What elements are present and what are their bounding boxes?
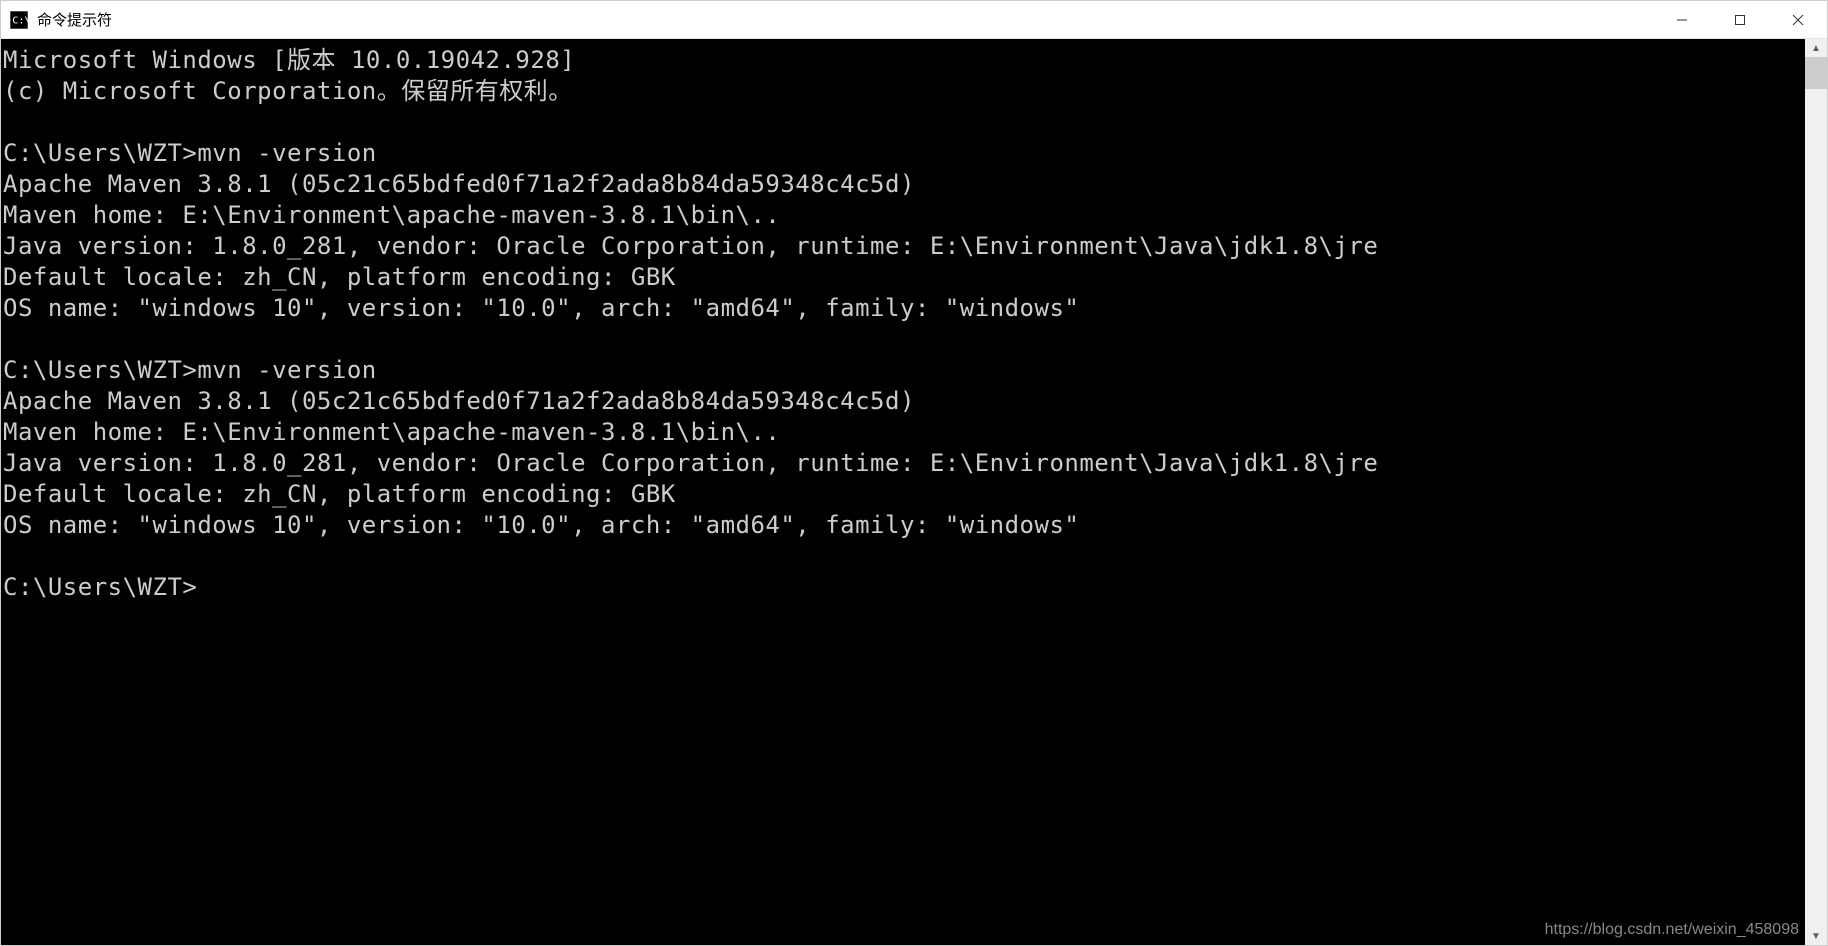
window-title: 命令提示符: [37, 9, 1653, 30]
terminal-line: Default locale: zh_CN, platform encoding…: [3, 480, 676, 508]
watermark: https://blog.csdn.net/weixin_458098: [1545, 921, 1799, 939]
scroll-up-arrow-icon[interactable]: ▲: [1805, 39, 1827, 57]
terminal-line: Maven home: E:\Environment\apache-maven-…: [3, 201, 780, 229]
svg-text:C:\: C:\: [12, 15, 28, 26]
terminal-line: (c) Microsoft Corporation。保留所有权利。: [3, 77, 573, 105]
terminal-line: Default locale: zh_CN, platform encoding…: [3, 263, 676, 291]
minimize-button[interactable]: [1653, 1, 1711, 38]
command-prompt-window: C:\ 命令提示符 Microsoft Windows [版本 10.0.190…: [0, 0, 1828, 946]
terminal-line: Maven home: E:\Environment\apache-maven-…: [3, 418, 780, 446]
terminal-line: Java version: 1.8.0_281, vendor: Oracle …: [3, 232, 1378, 260]
titlebar[interactable]: C:\ 命令提示符: [1, 1, 1827, 39]
terminal-line: Apache Maven 3.8.1 (05c21c65bdfed0f71a2f…: [3, 170, 915, 198]
maximize-button[interactable]: [1711, 1, 1769, 38]
terminal-prompt: C:\Users\WZT>mvn -version: [3, 356, 377, 384]
terminal-line: Microsoft Windows [版本 10.0.19042.928]: [3, 46, 575, 74]
vertical-scrollbar[interactable]: ▲ ▼: [1805, 39, 1827, 945]
window-controls: [1653, 1, 1827, 38]
scrollbar-thumb[interactable]: [1805, 57, 1827, 89]
terminal-prompt: C:\Users\WZT>mvn -version: [3, 139, 377, 167]
terminal-line: Apache Maven 3.8.1 (05c21c65bdfed0f71a2f…: [3, 387, 915, 415]
terminal-prompt: C:\Users\WZT>: [3, 573, 197, 601]
cmd-icon: C:\: [9, 10, 29, 30]
terminal-line: Java version: 1.8.0_281, vendor: Oracle …: [3, 449, 1378, 477]
scroll-down-arrow-icon[interactable]: ▼: [1805, 927, 1827, 945]
terminal-output[interactable]: Microsoft Windows [版本 10.0.19042.928] (c…: [1, 39, 1805, 945]
close-button[interactable]: [1769, 1, 1827, 38]
terminal-line: OS name: "windows 10", version: "10.0", …: [3, 294, 1079, 322]
terminal-line: OS name: "windows 10", version: "10.0", …: [3, 511, 1079, 539]
terminal-container: Microsoft Windows [版本 10.0.19042.928] (c…: [1, 39, 1827, 945]
